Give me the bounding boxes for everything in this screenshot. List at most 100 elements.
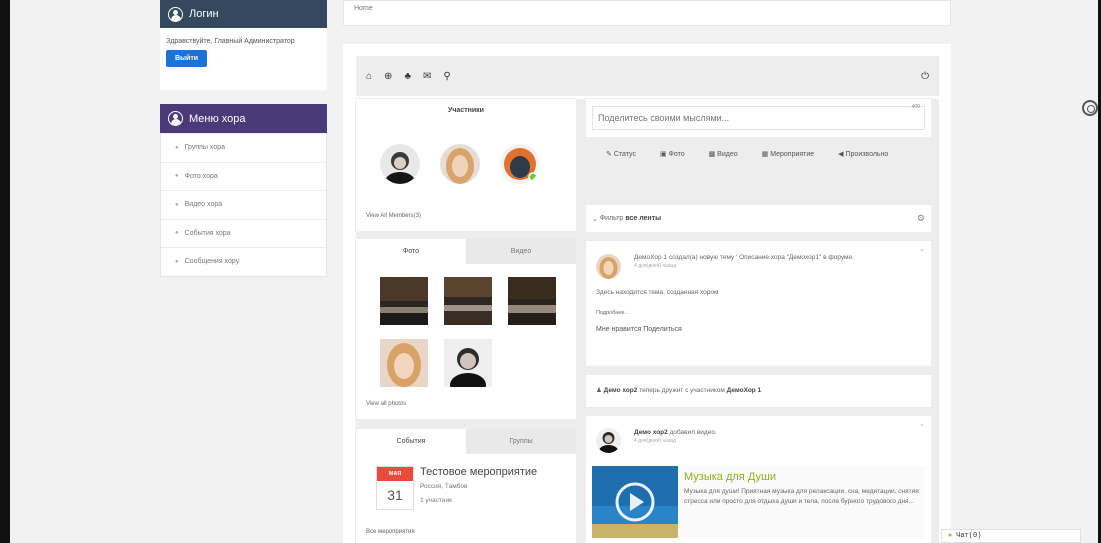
megaphone-icon: ◀	[838, 151, 846, 158]
gear-icon[interactable]: ⚙	[917, 213, 925, 224]
tab-video[interactable]: Видео	[466, 239, 576, 264]
member-avatar[interactable]	[380, 144, 420, 184]
view-all-members-link[interactable]: View All Members(3)	[366, 213, 421, 219]
post-author-avatar[interactable]	[596, 254, 621, 279]
user-icon	[168, 6, 183, 22]
option-label: Статус	[613, 151, 636, 158]
video-description: Музыка для души! Приятная музыка для рел…	[684, 488, 919, 505]
event-location: Россия, Тамбов	[420, 483, 468, 490]
scroll-top-icon[interactable]	[1082, 100, 1098, 116]
menu-item-label: Группы хора	[184, 144, 225, 152]
chevron-down-icon[interactable]: ⌄	[919, 420, 925, 428]
member-avatar[interactable]	[440, 144, 480, 184]
read-more-link[interactable]: Подробнее...	[596, 310, 921, 316]
friend-activity-text: ♟ Демо хор2 теперь дружит с участником Д…	[586, 375, 931, 405]
share-video-option[interactable]: ▩ Видео	[709, 145, 738, 164]
post-header-text: ДемоХор 1 создал(а) новую тему ' Описани…	[634, 253, 921, 271]
greeting-text: Здравствуйте, Главный Администратор	[166, 38, 295, 45]
photo-thumbnail[interactable]	[508, 277, 556, 325]
bullet-icon: ●	[175, 201, 179, 208]
photo-thumbnail[interactable]	[444, 339, 492, 387]
chevron-down-icon[interactable]: ⌄	[919, 245, 925, 253]
members-title: Участники	[448, 107, 484, 114]
friend-user-link[interactable]: Демо хор2	[604, 387, 638, 394]
tab-events[interactable]: События	[356, 429, 466, 454]
menu-item-label: Сообщения хору	[184, 258, 240, 266]
video-embed: Музыка для Души Музыка для души! Приятна…	[592, 466, 925, 538]
home-icon[interactable]: ⌂	[366, 71, 372, 82]
photo-grid	[356, 264, 576, 387]
calendar-small-icon: ▦	[761, 151, 771, 158]
menu-item-groups[interactable]: ● Группы хора	[161, 133, 326, 162]
breadcrumb-home[interactable]: Home	[354, 5, 373, 12]
menu-item-events[interactable]: ● События хора	[161, 218, 326, 248]
pencil-icon: ✎	[606, 151, 614, 158]
bullet-icon: ●	[175, 173, 179, 180]
friend-mid-text: теперь дружит с участником	[639, 387, 725, 394]
member-avatar[interactable]	[500, 144, 540, 184]
share-options: ✎ Статус ▣ Фото ▩ Видео ▦ Мероприятие ◀ …	[586, 137, 931, 205]
members-card: Участники View All Members(3)	[356, 99, 576, 231]
share-box: Поделитесь своими мыслями... 400 ✎ Стату…	[586, 99, 931, 205]
share-link[interactable]: Поделиться	[643, 326, 682, 333]
choir-menu-title: Меню хора	[189, 112, 246, 125]
menu-item-photos[interactable]: ● Фото хора	[161, 161, 326, 191]
share-custom-option[interactable]: ◀ Произвольно	[838, 145, 888, 164]
event-day: 31	[387, 487, 403, 503]
menu-item-messages[interactable]: ● Сообщения хору	[161, 247, 326, 276]
option-label: Фото	[668, 151, 685, 158]
event-item: МАЯ 31 Тестовое мероприятие Россия, Тамб…	[356, 454, 576, 510]
photo-thumbnail[interactable]	[444, 277, 492, 325]
share-event-option[interactable]: ▦ Мероприятие	[762, 145, 815, 164]
share-status-option[interactable]: ✎ Статус	[606, 145, 636, 164]
post-body: ⌄ Демо хор2 добавил видео. 4 дня(дней) н…	[586, 416, 931, 454]
video-thumbnail[interactable]	[592, 466, 678, 538]
photo-thumbnail[interactable]	[380, 339, 428, 387]
event-title[interactable]: Тестовое мероприятие	[420, 466, 537, 478]
chat-icon: ●	[948, 532, 953, 540]
globe-icon[interactable]: ⊕	[384, 71, 392, 82]
media-tabs: Фото Видео	[356, 239, 576, 264]
bullet-icon: ●	[175, 230, 179, 237]
option-label: Видео	[717, 151, 738, 158]
char-counter: 400	[911, 104, 920, 110]
post-author-avatar[interactable]	[596, 428, 621, 453]
tab-groups[interactable]: Группы	[466, 429, 576, 454]
like-link[interactable]: Мне нравится	[596, 326, 641, 333]
menu-item-label: Фото хора	[184, 172, 218, 180]
post-action: добавил видео.	[669, 429, 717, 436]
power-icon[interactable]: ⏻	[921, 71, 929, 82]
all-events-link[interactable]: Все мероприятия	[366, 529, 415, 535]
menu-item-label: Видео хора	[184, 201, 223, 209]
bullet-icon: ●	[175, 258, 179, 265]
mail-icon[interactable]: ✉	[423, 71, 431, 82]
view-all-photos-link[interactable]: View all photos	[366, 401, 406, 407]
photo-thumbnail[interactable]	[380, 277, 428, 325]
filter-value: все ленты	[625, 215, 662, 222]
post-author-link[interactable]: Демо хор2	[634, 429, 668, 436]
search-icon[interactable]: ⚲	[443, 71, 450, 82]
choir-menu-header: Меню хора	[160, 104, 327, 133]
option-label: Мероприятие	[770, 151, 815, 158]
video-post: ⌄ Демо хор2 добавил видео. 4 дня(дней) н…	[586, 416, 931, 543]
post-time: 4 дня(дней) назад	[634, 438, 677, 444]
chat-bar[interactable]: ● Чат(0)	[941, 529, 1081, 543]
share-photo-option[interactable]: ▣ Фото	[660, 145, 685, 164]
left-sidebar: Логин Здравствуйте, Главный Администрато…	[160, 0, 327, 277]
post-header-text: Демо хор2 добавил видео. 4 дня(дней) наз…	[634, 428, 921, 446]
calendar-icon[interactable]: МАЯ 31	[376, 466, 414, 510]
friends-icon[interactable]: ♣	[404, 71, 411, 82]
friend-user2-link[interactable]: ДемоХор 1	[727, 387, 762, 394]
share-input[interactable]: Поделитесь своими мыслями... 400	[592, 104, 925, 130]
post-text: ДемоХор 1 создал(а) новую тему ' Описани…	[634, 254, 854, 261]
menu-item-videos[interactable]: ● Видео хора	[161, 190, 326, 219]
members-list	[380, 144, 576, 184]
feed-filter[interactable]: ⌄ Фильтр все ленты ⚙	[586, 205, 931, 232]
share-placeholder: Поделитесь своими мыслями...	[598, 113, 730, 123]
tab-photo[interactable]: Фото	[356, 239, 466, 264]
user-icon	[168, 111, 183, 126]
video-title[interactable]: Музыка для Души	[684, 471, 922, 483]
logout-button[interactable]: Выйти	[166, 50, 208, 67]
breadcrumb: Home	[343, 0, 951, 26]
menu-item-label: События хора	[184, 229, 231, 237]
